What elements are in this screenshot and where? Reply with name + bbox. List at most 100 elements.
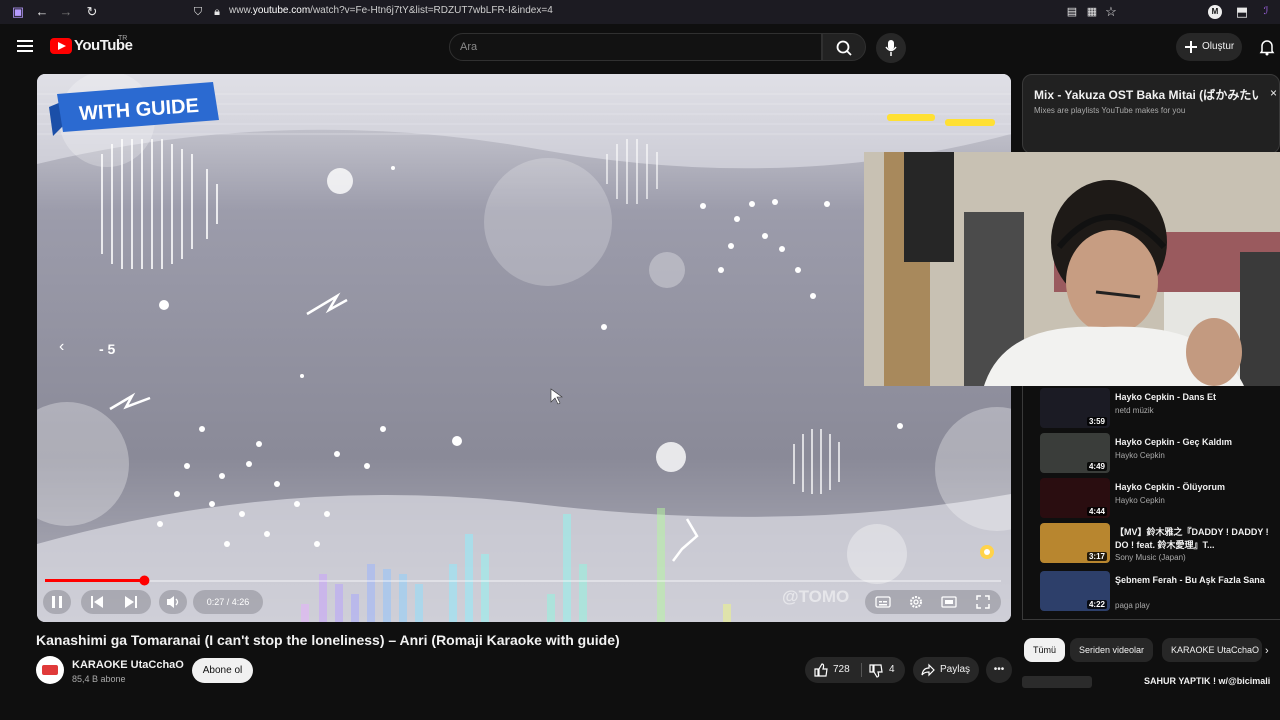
duration-badge: 4:22 [1086, 600, 1107, 609]
playlist-item-title[interactable]: Hayko Cepkin - Ölüyorum [1115, 481, 1275, 494]
url-host: youtube.com [252, 5, 311, 16]
playlist-item-title[interactable]: Şebnem Ferah - Bu Aşk Fazla Sana [1115, 574, 1275, 587]
filter-chip[interactable]: Tümü [1024, 638, 1066, 662]
seek-back-indicator: ‹ - 5 [59, 338, 129, 360]
thumbs-down-icon[interactable] [869, 664, 883, 678]
playlist-thumbnail[interactable]: 3:59 [1040, 388, 1110, 428]
hand [1186, 318, 1242, 386]
picture-in-picture-icon[interactable]: ▦ [1084, 4, 1100, 20]
subscribe-button[interactable]: Abone ol [192, 658, 253, 683]
webcam-overlay [864, 152, 1280, 386]
mix-subtitle: Mixes are playlists YouTube makes for yo… [1034, 106, 1186, 115]
video-title: Kanashimi ga Tomaranai (I can't stop the… [36, 632, 620, 648]
subtitles-icon[interactable] [875, 595, 891, 609]
reload-icon[interactable]: ↻ [84, 4, 100, 20]
youtube-logo[interactable] [50, 38, 72, 59]
notifications-button[interactable] [1258, 38, 1276, 61]
sidebar-toggle-icon[interactable]: ▣ [10, 4, 26, 20]
browser-toolbar: ▣ ← → ↻ ⛉ 🔒︎ www.youtube.com/watch?v=Fe-… [0, 0, 1280, 24]
youtube-header: YouTube TR Ara Oluştur [0, 24, 1280, 70]
face [1066, 230, 1158, 334]
hanging-clothes [904, 152, 954, 262]
back-arrow-icon[interactable]: ← [34, 4, 50, 20]
playlist-item-channel: paga play [1115, 601, 1150, 610]
search-icon [836, 40, 852, 56]
next-item-thumbnail[interactable] [1022, 676, 1092, 688]
playlist-item[interactable]: 4:49 Hayko Cepkin - Geç Kaldım Hayko Cepki… [1040, 433, 1280, 475]
more-icon: ••• [993, 664, 1005, 675]
playlist-item-channel: Hayko Cepkin [1115, 451, 1165, 460]
time-display: 0:27 / 4:26 [193, 590, 263, 614]
url-path: /watch?v=Fe-Htn6j7tY&list=RDZUT7wbLFR-I&… [310, 5, 553, 16]
dislike-count: 4 [889, 664, 895, 675]
voice-search-button[interactable] [876, 33, 906, 63]
duration-badge: 3:17 [1086, 552, 1107, 561]
filter-chip[interactable]: Seriden videolar [1070, 638, 1154, 662]
extensions-icon[interactable]: ⬒ [1234, 4, 1250, 20]
previous-icon[interactable] [89, 595, 105, 609]
bubble [847, 524, 907, 584]
playlist-item-title[interactable]: 【MV】鈴木雅之『DADDY ! DADDY ! DO ! feat. 鈴木愛理… [1115, 526, 1275, 552]
pause-icon [52, 596, 62, 608]
playlist-item[interactable]: 4:22 Şebnem Ferah - Bu Aşk Fazla Sana paga… [1040, 571, 1280, 613]
duration-badge: 3:59 [1086, 417, 1107, 426]
lock-icon[interactable]: 🔒︎ [209, 4, 225, 20]
bell-icon [1259, 40, 1275, 56]
chevron-left-icon: ‹ [59, 338, 65, 355]
like-count[interactable]: 728 [833, 657, 850, 683]
chevron-right-icon[interactable]: › [1265, 645, 1269, 657]
bookmark-star-icon[interactable]: ☆ [1103, 4, 1119, 20]
extension-icon[interactable]: ℐ [1258, 4, 1274, 20]
volume-icon [167, 596, 179, 608]
seek-back-label: - 5 [99, 341, 116, 357]
channel-avatar[interactable] [36, 656, 64, 684]
mascot-icon [980, 545, 994, 559]
playlist-thumbnail[interactable]: 4:44 [1040, 478, 1110, 518]
theater-mode-icon[interactable] [941, 595, 957, 609]
playlist-item[interactable]: 3:17 【MV】鈴木雅之『DADDY ! DADDY ! DO ! feat. … [1040, 523, 1280, 565]
search-button[interactable] [822, 33, 866, 61]
bubble [484, 158, 612, 286]
progress-scrubber [139, 575, 150, 586]
playlist-item[interactable]: 3:59 Hayko Cepkin - Dans Et netd müzik [1040, 388, 1280, 430]
playlist-item-title[interactable]: Hayko Cepkin - Geç Kaldım [1115, 436, 1275, 449]
shield-icon[interactable]: ⛉ [190, 4, 206, 20]
playlist-item[interactable]: 4:44 Hayko Cepkin - Ölüyorum Hayko Cepkin [1040, 478, 1280, 520]
reader-view-icon[interactable]: ▤ [1064, 4, 1080, 20]
duration-badge: 4:49 [1086, 462, 1107, 471]
playlist-thumbnail[interactable]: 4:49 [1040, 433, 1110, 473]
like-dislike-group: 728 4 [805, 657, 905, 683]
more-actions-button[interactable]: ••• [986, 657, 1012, 683]
address-bar[interactable]: www.youtube.com/watch?v=Fe-Htn6j7tY&list… [229, 5, 553, 16]
next-icon[interactable] [123, 595, 139, 609]
create-button[interactable]: Oluştur [1176, 33, 1242, 61]
fullscreen-icon[interactable] [975, 595, 991, 609]
watermark-text: @TOMO [782, 587, 849, 606]
playlist-item-title[interactable]: Hayko Cepkin - Dans Et [1115, 391, 1275, 404]
play-pause-button[interactable] [43, 590, 71, 614]
duration-badge: 4:44 [1086, 507, 1107, 516]
divider [861, 663, 862, 677]
close-icon[interactable]: × [1270, 86, 1277, 100]
menu-icon[interactable] [16, 38, 34, 54]
playlist-thumbnail[interactable]: 4:22 [1040, 571, 1110, 611]
mix-title[interactable]: Mix - Yakuza OST Baka Mitai (ばかみたい) [1034, 86, 1259, 103]
plus-icon [1185, 41, 1197, 53]
logo-region: TR [118, 35, 128, 42]
bubble [649, 252, 685, 288]
volume-button[interactable] [159, 590, 187, 614]
next-item-title[interactable]: SAHUR YAPTIK ! w/@bicimali [1144, 676, 1270, 686]
youtube-logo-icon [50, 38, 72, 54]
playlist-item-channel: netd müzik [1115, 406, 1154, 415]
webcam-feed [864, 152, 1280, 386]
channel-name[interactable]: KARAOKE UtaCchaO [72, 659, 184, 671]
profile-avatar[interactable]: M [1208, 5, 1222, 19]
thumbs-up-icon[interactable] [814, 663, 828, 677]
search-input[interactable]: Ara [449, 33, 822, 61]
subscriber-count: 85,4 B abone [72, 674, 126, 684]
playlist-thumbnail[interactable]: 3:17 [1040, 523, 1110, 563]
forward-arrow-icon[interactable]: → [58, 4, 74, 20]
settings-gear-icon[interactable] [908, 595, 924, 609]
filter-chip[interactable]: KARAOKE UtaCchaO [1162, 638, 1262, 662]
share-button[interactable]: Paylaş [913, 657, 979, 683]
